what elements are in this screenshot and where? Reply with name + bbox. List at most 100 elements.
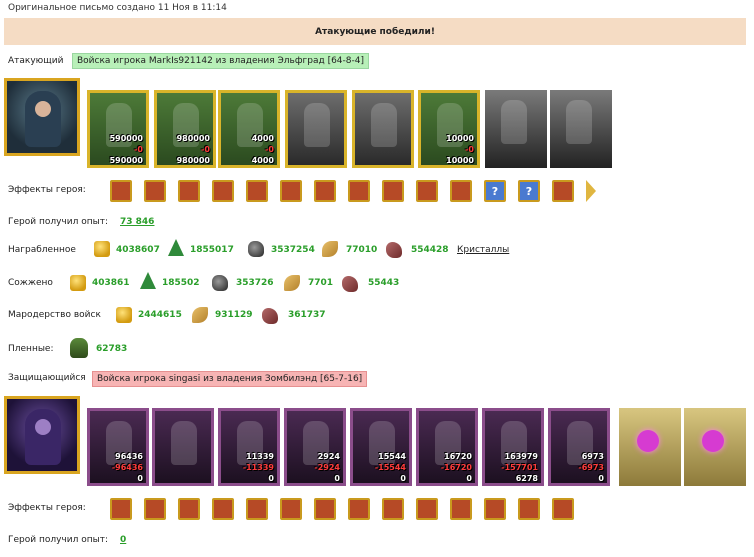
- unit-count-loss: -0: [265, 145, 274, 154]
- wheat-icon: [192, 307, 208, 323]
- shield-icon[interactable]: [484, 498, 506, 520]
- elf-warrior-unit-icon[interactable]: 4000 -0 4000: [218, 90, 280, 168]
- defender-exp-value[interactable]: 0: [120, 535, 126, 545]
- hand-icon[interactable]: [348, 180, 370, 202]
- shadow-archer-unit-icon[interactable]: [352, 90, 414, 168]
- attacker-effects-label: Эффекты героя:: [8, 185, 86, 195]
- unit-count-after: 6278: [515, 474, 538, 483]
- banshee-unit-icon[interactable]: 2924 -2924 0: [284, 408, 346, 486]
- elf-rider-unit-icon[interactable]: 590000 -0 590000: [87, 90, 149, 168]
- gear-icon[interactable]: [518, 498, 540, 520]
- unit-count-loss: -0: [201, 145, 210, 154]
- question-icon[interactable]: ?: [518, 180, 540, 202]
- loot-gold-value: 4038607: [116, 245, 160, 255]
- defender-hero-portrait[interactable]: [4, 396, 80, 474]
- crystals-link[interactable]: Кристаллы: [457, 245, 509, 255]
- unit-count-before: 4000: [251, 134, 274, 143]
- mask-icon[interactable]: [382, 498, 404, 520]
- dark-archer-unit-icon[interactable]: 15544 -15544 0: [350, 408, 412, 486]
- bone-dragon-unit-icon[interactable]: 11339 -11339 0: [218, 408, 280, 486]
- wheat-icon: [284, 275, 300, 291]
- question-icon[interactable]: ?: [484, 180, 506, 202]
- loot-wheat-value: 77010: [346, 245, 378, 255]
- unit-count-loss: -6973: [578, 463, 604, 472]
- unit-count-loss: -157701: [501, 463, 538, 472]
- heart-icon[interactable]: [246, 498, 268, 520]
- cross-icon[interactable]: [416, 498, 438, 520]
- dagger-icon[interactable]: [280, 498, 302, 520]
- unit-count-before: 16720: [444, 452, 472, 461]
- attacker-hero-portrait[interactable]: [4, 78, 80, 156]
- bag-icon[interactable]: [110, 180, 132, 202]
- unit-count-after: 4000: [251, 156, 274, 165]
- armor-icon[interactable]: [450, 180, 472, 202]
- captives-label: Пленные:: [8, 344, 54, 354]
- mask-icon[interactable]: [382, 180, 404, 202]
- crystal-icon: [386, 242, 402, 258]
- helmet-icon[interactable]: [144, 180, 166, 202]
- unit-count-loss: -96436: [111, 463, 143, 472]
- unit-count-after: 0: [400, 474, 406, 483]
- wheat-icon: [322, 241, 338, 257]
- orb-icon[interactable]: [552, 180, 574, 202]
- demon-unit-icon[interactable]: 6973 -6973 0: [548, 408, 610, 486]
- burned-gold-value: 403861: [92, 278, 130, 288]
- sword-icon[interactable]: [552, 498, 574, 520]
- ghoul-unit-icon[interactable]: 96436 -96436 0: [87, 408, 149, 486]
- sigil-icon[interactable]: [416, 180, 438, 202]
- bow-icon[interactable]: [178, 498, 200, 520]
- skull-icon[interactable]: [110, 498, 132, 520]
- unit-count-loss: -0: [134, 145, 143, 154]
- gold-icon: [116, 307, 132, 323]
- shield-icon[interactable]: [212, 180, 234, 202]
- unit-count-after: 0: [466, 474, 472, 483]
- created-date-text: Оригинальное письмо создано 11 Ноя в 11:…: [8, 3, 227, 13]
- shadow-reaper-unit-icon[interactable]: [152, 408, 214, 486]
- soul-crystal-icon[interactable]: [684, 408, 746, 486]
- elf-lord-unit-icon[interactable]: 10000 -0 10000: [418, 90, 480, 168]
- death-knight-unit-icon[interactable]: 163979 -157701 6278: [482, 408, 544, 486]
- wood-icon: [140, 272, 156, 289]
- unit-count-before: 96436: [115, 452, 143, 461]
- potion-icon[interactable]: [348, 498, 370, 520]
- rune-icon[interactable]: [450, 498, 472, 520]
- unit-count-loss: -15544: [374, 463, 406, 472]
- handshake-icon[interactable]: [246, 180, 268, 202]
- unit-count-before: 6973: [581, 452, 604, 461]
- heart-icon[interactable]: [212, 498, 234, 520]
- attacker-army-tag: Войска игрока MarkIs921142 из владения Э…: [72, 53, 369, 69]
- defender-label: Защищающийся: [8, 373, 86, 383]
- next-arrow-icon[interactable]: [586, 180, 596, 202]
- soul-crystal-icon[interactable]: [619, 408, 681, 486]
- loot-wood-value: 1855017: [190, 245, 234, 255]
- unit-count-loss: -0: [465, 145, 474, 154]
- captive-unit-icon: [70, 338, 88, 358]
- burned-crystal-value: 55443: [368, 278, 400, 288]
- grey-mage-unit-icon[interactable]: [550, 90, 612, 168]
- gold-icon: [70, 275, 86, 291]
- potion-icon[interactable]: [314, 498, 336, 520]
- unit-count-before: 980000: [176, 134, 210, 143]
- attacker-exp-value[interactable]: 73 846: [120, 217, 154, 227]
- burned-wheat-value: 7701: [308, 278, 334, 288]
- unit-count-loss: -11339: [242, 463, 274, 472]
- dice-icon[interactable]: [178, 180, 200, 202]
- gold-icon: [94, 241, 110, 257]
- unit-count-before: 15544: [378, 452, 406, 461]
- unit-count-after: 10000: [446, 156, 474, 165]
- ore-icon: [212, 275, 228, 291]
- sword-icon[interactable]: [280, 180, 302, 202]
- unit-count-before: 590000: [109, 134, 143, 143]
- sword-icon[interactable]: [314, 180, 336, 202]
- marauder-gold-value: 2444615: [138, 310, 182, 320]
- griffin-unit-icon[interactable]: [285, 90, 347, 168]
- lich-unit-icon[interactable]: 16720 -16720 0: [416, 408, 478, 486]
- unit-count-after: 0: [334, 474, 340, 483]
- elf-archer-unit-icon[interactable]: 980000 -0 980000: [154, 90, 216, 168]
- loot-label: Награбленное: [8, 245, 76, 255]
- hooded-knight-unit-icon[interactable]: [485, 90, 547, 168]
- unit-count-after: 980000: [176, 156, 210, 165]
- wood-icon: [168, 239, 184, 256]
- marauder-wheat-value: 931129: [215, 310, 253, 320]
- scroll-icon[interactable]: [144, 498, 166, 520]
